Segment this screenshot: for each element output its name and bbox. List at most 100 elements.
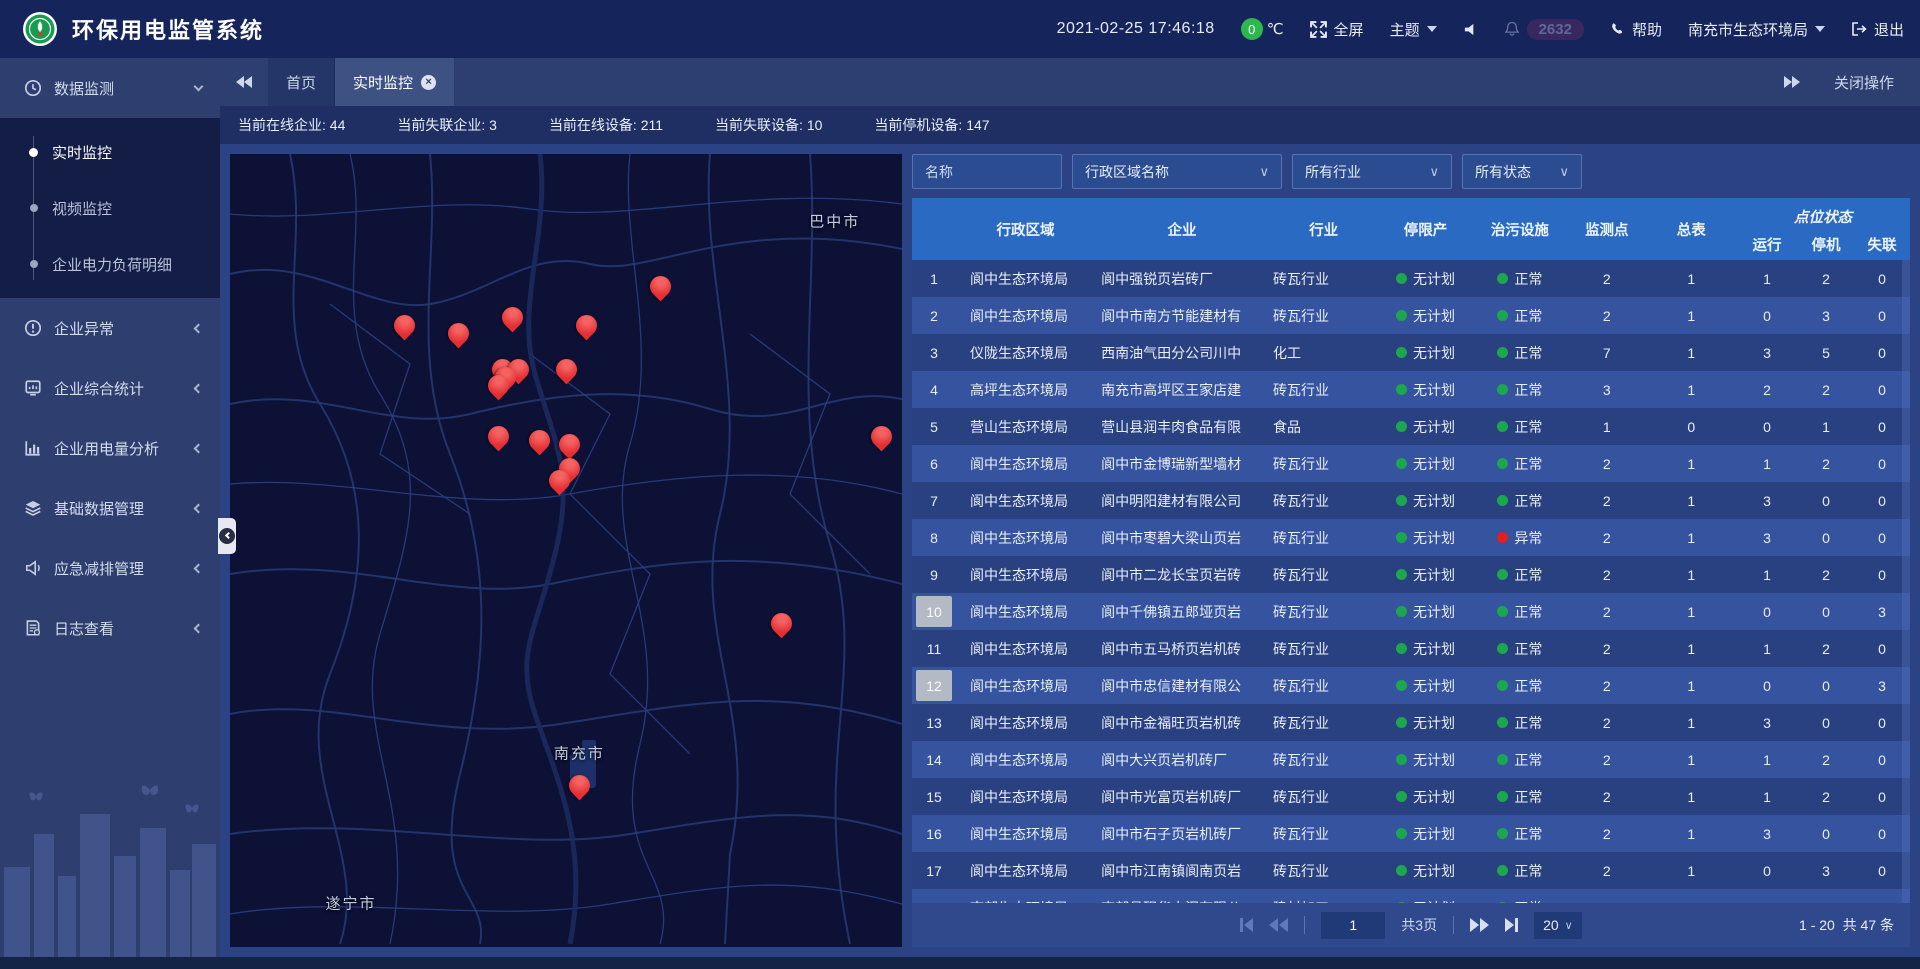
cell-company: 阆中市枣碧大梁山页岩 <box>1095 528 1269 548</box>
first-page-button[interactable] <box>1240 918 1253 932</box>
status-dot <box>1497 643 1508 654</box>
region-filter-select[interactable]: 行政区域名称 ∨ <box>1072 154 1282 189</box>
sidebar-group-6[interactable]: 日志查看 <box>0 598 220 658</box>
cell-region: 阆中生态环境局 <box>956 454 1095 474</box>
map-panel[interactable]: 巴中市南充市遂宁市 <box>230 154 902 947</box>
bullet-icon <box>30 204 38 212</box>
cell-company: 阆中市忠信建材有限公 <box>1095 676 1269 696</box>
theme-dropdown[interactable]: 主题 <box>1390 19 1437 40</box>
cell-meters: 0 <box>1647 419 1736 435</box>
cell-meters: 1 <box>1647 863 1736 879</box>
cell-index: 5 <box>912 411 956 442</box>
cell-limit-status: 无计划 <box>1378 269 1472 289</box>
bell-icon <box>1504 21 1520 37</box>
app-logo-icon <box>22 11 58 47</box>
status-dot <box>1497 384 1508 395</box>
app-window: 环保用电监管系统 2021-02-25 17:46:18 0 ℃ 全屏 主题 <box>0 0 1920 957</box>
chevron-down-icon <box>1815 26 1825 32</box>
cell-limit-status: 无计划 <box>1378 861 1472 881</box>
status-dot <box>1497 680 1508 691</box>
page-size-select[interactable]: 20 ∨ <box>1534 912 1582 939</box>
table-row[interactable]: 9阆中生态环境局阆中市二龙长宝页岩砖砖瓦行业无计划正常21120 <box>912 556 1910 593</box>
next-page-button[interactable] <box>1470 918 1489 932</box>
cell-company: 阆中市金福旺页岩机砖 <box>1095 713 1269 733</box>
org-dropdown[interactable]: 南充市生态环境局 <box>1688 19 1825 40</box>
table-row[interactable]: 15阆中生态环境局阆中市光富页岩机砖厂砖瓦行业无计划正常21120 <box>912 778 1910 815</box>
close-icon[interactable]: × <box>421 75 436 90</box>
cell-meters: 1 <box>1647 530 1736 546</box>
top-header: 环保用电监管系统 2021-02-25 17:46:18 0 ℃ 全屏 主题 <box>0 0 1920 58</box>
stat-当前在线设备: 当前在线设备: 211 <box>549 115 663 135</box>
sidebar-group-0[interactable]: 数据监测 <box>0 58 220 118</box>
map-collapse-handle[interactable] <box>218 518 236 554</box>
table-row[interactable]: 14阆中生态环境局阆中大兴页岩机砖厂砖瓦行业无计划正常21120 <box>912 741 1910 778</box>
tabs-scroll-right-button[interactable] <box>1784 76 1800 88</box>
chevron-down-icon: ∨ <box>1559 164 1569 180</box>
fullscreen-button[interactable]: 全屏 <box>1310 19 1364 40</box>
table-row[interactable]: 16阆中生态环境局阆中市石子页岩机砖厂砖瓦行业无计划正常21300 <box>912 815 1910 852</box>
sidebar-group-1[interactable]: 企业异常 <box>0 298 220 358</box>
table-row[interactable]: 17阆中生态环境局阆中市江南镇阆南页岩砖瓦行业无计划正常21030 <box>912 852 1910 889</box>
cell-facility-status: 正常 <box>1473 417 1567 437</box>
speaker-icon <box>1463 22 1478 37</box>
status-filter-select[interactable]: 所有状态 ∨ <box>1462 154 1582 189</box>
table-row[interactable]: 2阆中生态环境局阆中市南方节能建材有砖瓦行业无计划正常21030 <box>912 297 1910 334</box>
bottom-strip <box>0 957 1920 969</box>
status-dot <box>1497 532 1508 543</box>
map-city-label: 巴中市 <box>809 211 860 232</box>
sidebar-group-3[interactable]: 企业用电量分析 <box>0 418 220 478</box>
table-row[interactable]: 13阆中生态环境局阆中市金福旺页岩机砖砖瓦行业无计划正常21300 <box>912 704 1910 741</box>
table-row[interactable]: 1阆中生态环境局阆中强锐页岩砖厂砖瓦行业无计划正常21120 <box>912 260 1910 297</box>
sidebar-group-label: 企业用电量分析 <box>54 438 195 459</box>
notifications-button[interactable]: 2632 <box>1504 19 1584 40</box>
cell-facility-status: 正常 <box>1473 861 1567 881</box>
cell-points: 2 <box>1567 826 1646 842</box>
tabs-scroll-left-button[interactable] <box>220 58 268 106</box>
cell-facility-status: 正常 <box>1473 750 1567 770</box>
col-header-行业: 行业 <box>1269 198 1378 260</box>
table-row[interactable]: 12阆中生态环境局阆中市忠信建材有限公砖瓦行业无计划正常21003 <box>912 667 1910 704</box>
last-page-button[interactable] <box>1505 918 1518 932</box>
sidebar-group-label: 企业综合统计 <box>54 378 195 399</box>
stat-label: 当前失联设备: <box>715 117 803 133</box>
table-row[interactable]: 18南部生态环境局南部县砚华水泥有限公建材加工无计划正常60050 <box>912 889 1910 903</box>
table-row[interactable]: 3仪陇生态环境局西南油气田分公司川中化工无计划正常71350 <box>912 334 1910 371</box>
cell-run: 1 <box>1736 456 1798 472</box>
logout-button[interactable]: 退出 <box>1851 19 1904 40</box>
table-row[interactable]: 7阆中生态环境局阆中明阳建材有限公司砖瓦行业无计划正常21300 <box>912 482 1910 519</box>
cell-region: 阆中生态环境局 <box>956 528 1095 548</box>
table-row[interactable]: 10阆中生态环境局阆中千佛镇五郎垭页岩砖瓦行业无计划正常21003 <box>912 593 1910 630</box>
sidebar-group-5[interactable]: 应急减排管理 <box>0 538 220 598</box>
close-operations-button[interactable]: 关闭操作 <box>1834 72 1894 93</box>
cell-points: 2 <box>1567 530 1646 546</box>
name-filter-input[interactable] <box>912 154 1062 189</box>
cell-index: 14 <box>912 744 956 775</box>
mute-button[interactable] <box>1463 22 1478 37</box>
page-number-input[interactable] <box>1321 912 1385 939</box>
cell-stop: 3 <box>1798 308 1854 324</box>
sidebar-item-企业电力负荷明细[interactable]: 企业电力负荷明细 <box>0 236 220 292</box>
sidebar-group-label: 企业异常 <box>54 318 195 339</box>
help-button[interactable]: 帮助 <box>1610 19 1662 40</box>
table-row[interactable]: 5营山生态环境局营山县润丰肉食品有限食品无计划正常10010 <box>912 408 1910 445</box>
tab-label: 首页 <box>286 72 316 93</box>
sidebar-item-实时监控[interactable]: 实时监控 <box>0 124 220 180</box>
cell-limit-status: 无计划 <box>1378 750 1472 770</box>
stat-label: 当前停机设备: <box>874 117 962 133</box>
table-row[interactable]: 4高坪生态环境局南充市高坪区王家店建砖瓦行业无计划正常31220 <box>912 371 1910 408</box>
prev-page-button[interactable] <box>1269 918 1288 932</box>
table-row[interactable]: 11阆中生态环境局阆中市五马桥页岩机砖砖瓦行业无计划正常21120 <box>912 630 1910 667</box>
table-row[interactable]: 6阆中生态环境局阆中市金博瑞新型墙材砖瓦行业无计划正常21120 <box>912 445 1910 482</box>
sidebar-group-4[interactable]: 基础数据管理 <box>0 478 220 538</box>
cell-stop: 2 <box>1798 567 1854 583</box>
tab-首页[interactable]: 首页 <box>268 58 335 106</box>
cell-index: 9 <box>912 559 956 590</box>
industry-filter-select[interactable]: 所有行业 ∨ <box>1292 154 1452 189</box>
table-row[interactable]: 8阆中生态环境局阆中市枣碧大梁山页岩砖瓦行业无计划异常21300 <box>912 519 1910 556</box>
cell-facility-status: 正常 <box>1473 676 1567 696</box>
sidebar-group-2[interactable]: 企业综合统计 <box>0 358 220 418</box>
sidebar-item-视频监控[interactable]: 视频监控 <box>0 180 220 236</box>
tab-实时监控[interactable]: 实时监控× <box>335 58 455 106</box>
table-scrollbar[interactable] <box>1902 260 1910 903</box>
sidebar-group-label: 应急减排管理 <box>54 558 195 579</box>
